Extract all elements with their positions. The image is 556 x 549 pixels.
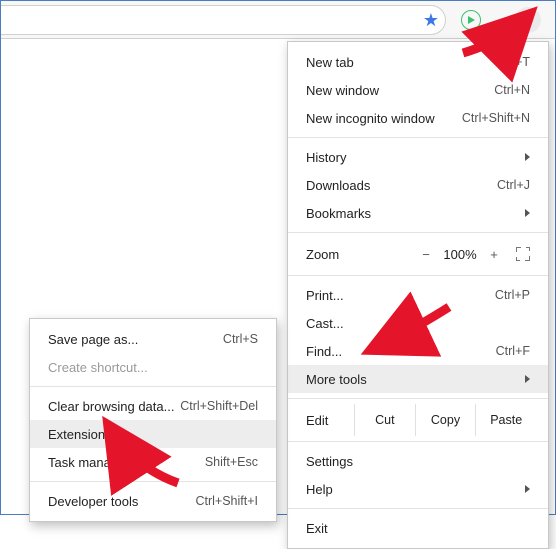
menu-exit[interactable]: Exit [288,514,548,542]
chevron-right-icon [525,485,530,493]
separator [288,232,548,233]
separator [288,275,548,276]
chevron-right-icon [525,153,530,161]
menu-history[interactable]: History [288,143,548,171]
menu-bookmarks[interactable]: Bookmarks [288,199,548,227]
zoom-out-button[interactable]: − [414,247,438,262]
submenu-extensions[interactable]: Extensions [30,420,276,448]
more-tools-submenu: Save page as... Ctrl+S Create shortcut..… [29,318,277,522]
menu-help[interactable]: Help [288,475,548,503]
separator [288,137,548,138]
zoom-in-button[interactable]: + [482,247,506,262]
menu-downloads[interactable]: Downloads Ctrl+J [288,171,548,199]
submenu-save-page[interactable]: Save page as... Ctrl+S [30,325,276,353]
edit-cut-button[interactable]: Cut [354,404,415,436]
menu-settings[interactable]: Settings [288,447,548,475]
menu-cast[interactable]: Cast... [288,309,548,337]
separator [288,508,548,509]
menu-new-tab[interactable]: New tab Ctrl+T [288,48,548,76]
zoom-value: 100% [438,247,482,262]
menu-edit: Edit Cut Copy Paste [288,404,548,436]
submenu-create-shortcut: Create shortcut... [30,353,276,381]
chevron-right-icon [525,375,530,383]
separator [288,441,548,442]
chrome-main-menu: New tab Ctrl+T New window Ctrl+N New inc… [287,41,549,549]
edit-copy-button[interactable]: Copy [415,404,476,436]
separator [30,481,276,482]
bookmark-star-icon[interactable]: ★ [423,10,439,31]
fullscreen-icon[interactable] [516,247,530,261]
edit-paste-button[interactable]: Paste [475,404,536,436]
chevron-right-icon [525,209,530,217]
submenu-task-manager[interactable]: Task manager Shift+Esc [30,448,276,476]
submenu-dev-tools[interactable]: Developer tools Ctrl+Shift+I [30,487,276,515]
separator [30,386,276,387]
menu-print[interactable]: Print... Ctrl+P [288,281,548,309]
menu-zoom: Zoom − 100% + [288,238,548,270]
omnibox[interactable]: ★ [1,5,446,35]
menu-new-window[interactable]: New window Ctrl+N [288,76,548,104]
menu-incognito[interactable]: New incognito window Ctrl+Shift+N [288,104,548,132]
submenu-clear-data[interactable]: Clear browsing data... Ctrl+Shift+Del [30,392,276,420]
browser-toolbar: ★ ⋮ [1,1,555,39]
menu-more-tools[interactable]: More tools [288,365,548,393]
chrome-menu-button[interactable]: ⋮ [515,7,541,33]
extension-play-icon[interactable] [461,10,481,30]
separator [288,398,548,399]
menu-find[interactable]: Find... Ctrl+F [288,337,548,365]
